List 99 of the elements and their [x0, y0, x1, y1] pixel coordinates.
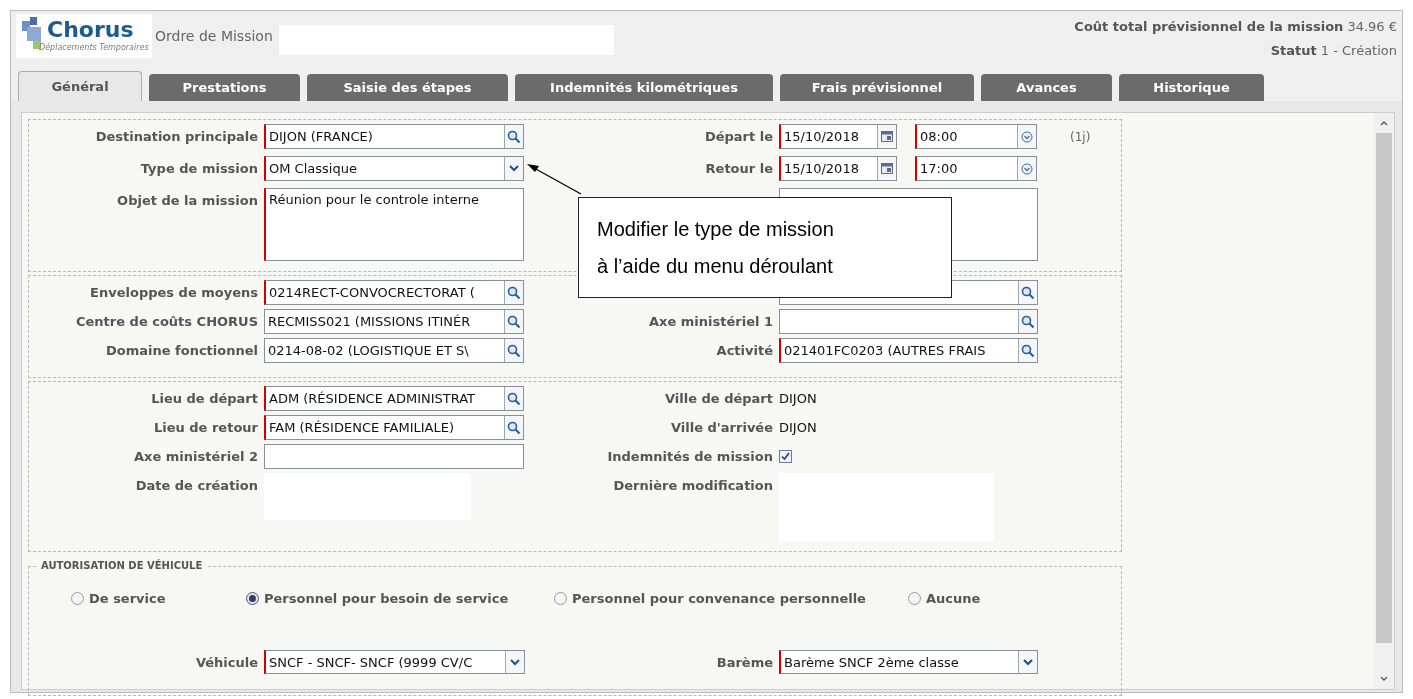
status-label: Statut [1270, 41, 1317, 60]
field-label: Ville d'arrivée [671, 419, 773, 437]
field-label: Axe ministériel 1 [649, 313, 773, 331]
calendar-button[interactable] [877, 157, 896, 180]
clock-icon [1021, 162, 1033, 175]
text-area[interactable]: Réunion pour le controle interne [264, 188, 524, 261]
cost-value: 34.96 € [1347, 18, 1397, 36]
field-label: Lieu de départ [151, 390, 258, 408]
chevron-down-icon [1023, 658, 1033, 666]
dropdown-button[interactable] [1018, 651, 1037, 673]
date-field[interactable]: 15/10/2018 [779, 156, 897, 181]
field-label: Axe ministériel 2 [134, 448, 258, 466]
radio-button[interactable] [554, 592, 567, 606]
search-button[interactable] [1018, 339, 1037, 362]
time-field[interactable]: 08:00 [915, 124, 1037, 149]
tab[interactable]: Avances [981, 74, 1112, 101]
cost-label: Coût total prévisionnel de la mission [1074, 18, 1344, 36]
field-value: DIJON [779, 389, 817, 408]
field-label: Lieu de retour [153, 419, 258, 437]
field-label: Centre de coûts CHORUS [76, 313, 258, 331]
field-label: Ville de départ [664, 390, 773, 408]
search-icon [507, 343, 521, 358]
search-icon [507, 129, 521, 144]
search-button[interactable] [504, 125, 523, 148]
dropdown[interactable]: Barème SNCF 2ème classe [779, 650, 1038, 674]
field-label: Domaine fonctionnel [105, 342, 258, 360]
time-button[interactable] [1017, 157, 1036, 180]
search-icon [507, 420, 521, 435]
logo-name: Chorus [47, 17, 135, 42]
radio-label: Personnel pour convenance personnelle [572, 590, 866, 608]
dropdown[interactable]: OM Classique [264, 156, 524, 181]
dropdown-button[interactable] [504, 157, 523, 180]
lookup-field[interactable]: FAM (RÉSIDENCE FAMILIALE) [264, 415, 524, 440]
lookup-field[interactable]: RECMISS021 (MISSIONS ITINÉR [264, 309, 524, 334]
arrow [526, 163, 582, 195]
search-button[interactable] [504, 416, 523, 439]
chevron-down-icon [510, 658, 520, 666]
field-label: Activité [716, 342, 773, 360]
field-label: Départ le [704, 128, 773, 146]
check-icon [781, 452, 790, 461]
lookup-field[interactable]: ADM (RÉSIDENCE ADMINISTRAT [264, 386, 524, 411]
lookup-field[interactable] [779, 309, 1038, 334]
dropdown[interactable]: SNCF - SNCF- SNCF (9999 CV/C [264, 650, 525, 674]
search-button[interactable] [504, 310, 523, 333]
field-label: Type de mission [140, 160, 258, 178]
lookup-field[interactable]: DIJON (FRANCE) [264, 124, 524, 149]
field-label: Véhicule [195, 653, 258, 672]
time-field[interactable]: 17:00 [915, 156, 1037, 181]
search-button[interactable] [504, 281, 523, 304]
calendar-icon [881, 131, 893, 142]
time-button[interactable] [1017, 125, 1036, 148]
field-label: Objet de la mission [117, 192, 258, 210]
field-label: Enveloppes de moyens [90, 284, 258, 302]
checkbox[interactable] [779, 450, 792, 463]
dropdown-button[interactable] [505, 651, 524, 673]
field-label: Date de création [135, 477, 258, 495]
search-icon [1021, 285, 1035, 300]
callout-text: Modifier le type de mission à l’aide du menu déroulant [597, 216, 834, 279]
search-icon [507, 391, 521, 406]
search-button[interactable] [1018, 281, 1037, 304]
chevron-down-icon [509, 165, 519, 172]
clock-icon [1021, 130, 1033, 143]
field-label: Dernière modification [613, 477, 773, 495]
calendar-button[interactable] [877, 125, 896, 148]
tab[interactable]: Prestations [149, 74, 300, 101]
tab[interactable]: Historique [1119, 74, 1264, 101]
page-title: Ordre de Mission [155, 27, 273, 46]
search-icon [1021, 343, 1035, 358]
field-label: Retour le [705, 160, 773, 178]
search-icon [507, 285, 521, 300]
calendar-icon [881, 163, 893, 174]
field-label: Barème [716, 653, 773, 672]
lookup-field[interactable]: 0214-08-02 (LOGISTIQUE ET S\ [264, 338, 524, 363]
lookup-field[interactable]: 0214RECT-CONVOCRECTORAT ( [264, 280, 524, 305]
tab[interactable]: Saisie des étapes [307, 74, 508, 101]
search-icon [507, 314, 521, 329]
search-button[interactable] [504, 339, 523, 362]
radio-button[interactable] [246, 592, 259, 606]
logo-tagline: Déplacements Temporaires [39, 43, 149, 53]
search-icon [1021, 314, 1035, 329]
duration-note: (1j) [1070, 128, 1091, 146]
radio-button[interactable] [71, 592, 84, 606]
scrollbar[interactable] [1374, 113, 1394, 689]
tab[interactable]: Frais prévisionnel [780, 74, 974, 101]
status-value: 1 - Création [1320, 41, 1397, 60]
field-label: Destination principale [95, 128, 258, 146]
field-value: DIJON [779, 418, 817, 437]
radio-label: Aucune [926, 590, 981, 608]
search-button[interactable] [1018, 310, 1037, 333]
radio-button[interactable] [908, 592, 921, 606]
radio-label: Personnel pour besoin de service [264, 590, 509, 608]
tab[interactable]: Indemnités kilométriques [515, 74, 773, 101]
text-field[interactable] [264, 444, 524, 469]
lookup-field[interactable]: 021401FC0203 (AUTRES FRAIS [779, 338, 1038, 363]
field-label: Indemnités de mission [607, 448, 773, 466]
date-field[interactable]: 15/10/2018 [779, 124, 897, 149]
tab[interactable]: Général [18, 71, 142, 101]
radio-label: De service [89, 590, 166, 608]
search-button[interactable] [504, 387, 523, 410]
